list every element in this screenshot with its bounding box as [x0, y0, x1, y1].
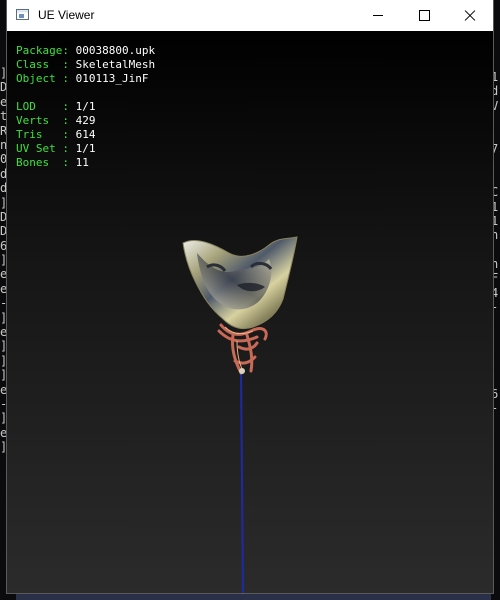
minimize-button[interactable] [355, 0, 401, 31]
close-icon [464, 10, 476, 22]
ue-viewer-window: UE Viewer Package: 00038800.upk Class: … [7, 0, 493, 593]
info-bones: Bones : 11 [16, 156, 89, 169]
info-verts: Verts : 429 [16, 114, 96, 127]
minimize-icon [373, 15, 383, 16]
info-class: Class : SkeletalMesh [16, 58, 156, 71]
window-app-icon [16, 9, 29, 20]
info-lod: LOD : 1/1 [16, 100, 96, 113]
mesh-info-overlay: Package: 00038800.upk Class : SkeletalMe… [16, 44, 155, 170]
title-bar[interactable]: UE Viewer [7, 0, 493, 31]
maximize-button[interactable] [401, 0, 447, 31]
maximize-icon [418, 10, 430, 21]
mesh-viewport[interactable]: Package: 00038800.upk Class : SkeletalMe… [7, 31, 493, 593]
info-object: Object : 010113_JinF [16, 72, 149, 85]
tassel-mesh [217, 323, 268, 375]
bone-line [240, 368, 244, 593]
info-package: Package: 00038800.upk [16, 44, 156, 57]
info-tris: Tris : 614 [16, 128, 96, 141]
close-button[interactable] [447, 0, 493, 31]
info-uvset: UV Set : 1/1 [16, 142, 96, 155]
window-title: UE Viewer [38, 8, 95, 22]
